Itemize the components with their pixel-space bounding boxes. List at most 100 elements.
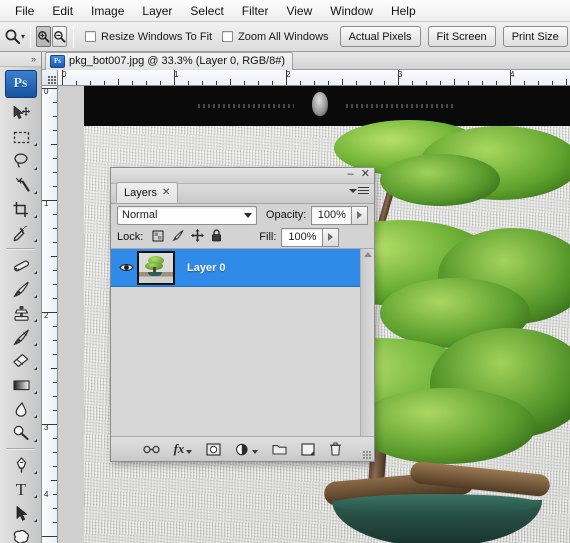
tools-divider-1 <box>6 248 35 250</box>
link-layers-button[interactable] <box>142 439 160 459</box>
pen-tool[interactable] <box>0 453 42 477</box>
menu-item-image[interactable]: Image <box>82 2 133 20</box>
lock-transparent-pixels-icon[interactable] <box>152 229 164 245</box>
zoom-in-icon[interactable] <box>36 26 52 47</box>
band-seal-glyph <box>312 92 328 116</box>
tab-layers[interactable]: Layers ✕ <box>116 182 179 203</box>
magic-wand-tool[interactable] <box>0 173 42 197</box>
layer-style-button[interactable]: fx <box>174 439 193 459</box>
new-adjustment-layer-button[interactable] <box>235 439 259 459</box>
add-layer-mask-button[interactable] <box>206 439 222 459</box>
close-icon[interactable]: ✕ <box>361 169 370 180</box>
menu-item-select[interactable]: Select <box>181 2 232 20</box>
tab-layers-close-icon[interactable]: ✕ <box>162 187 170 198</box>
new-group-button[interactable] <box>272 439 287 459</box>
type-submenu-triangle-icon[interactable] <box>31 495 37 498</box>
fit-screen-button[interactable]: Fit Screen <box>427 26 496 47</box>
layer-list-scrollbar[interactable] <box>360 249 374 436</box>
menu-item-layer[interactable]: Layer <box>133 2 181 20</box>
lasso-submenu-triangle-icon[interactable] <box>31 167 37 170</box>
layer-name[interactable]: Layer 0 <box>187 262 226 274</box>
checkbox-box-zoomall[interactable] <box>222 31 234 42</box>
path-selection-tool[interactable] <box>0 501 42 525</box>
eyedropper-tool[interactable] <box>0 221 42 245</box>
layers-panel-tab-row: Layers ✕ <box>111 182 374 204</box>
tools-panel-collapse-icon[interactable]: » <box>0 52 41 67</box>
crop-tool[interactable] <box>0 197 42 221</box>
opacity-stepper[interactable] <box>352 205 369 225</box>
path-selection-submenu-triangle-icon[interactable] <box>31 519 37 522</box>
healing-brush-submenu-triangle-icon[interactable] <box>31 271 37 274</box>
eyedropper-submenu-triangle-icon[interactable] <box>31 239 37 242</box>
tab-layers-label: Layers <box>124 186 158 199</box>
opacity-input[interactable]: 100% <box>311 205 353 225</box>
lock-label: Lock: <box>117 231 144 243</box>
minimize-icon[interactable]: – <box>348 169 354 180</box>
blur-tool[interactable] <box>0 397 42 421</box>
brush-submenu-triangle-icon[interactable] <box>31 295 37 298</box>
zoom-tool-icon[interactable] <box>4 25 21 49</box>
document-tab-ps-icon: Ps <box>50 54 65 68</box>
layers-panel-window-buttons: – ✕ <box>348 169 370 180</box>
history-brush-tool[interactable] <box>0 325 42 349</box>
gradient-tool[interactable] <box>0 373 42 397</box>
layer-list[interactable]: Layer 0 <box>111 248 374 437</box>
fill-input[interactable]: 100% <box>281 227 324 247</box>
menu-item-edit[interactable]: Edit <box>43 2 82 20</box>
menu-item-help[interactable]: Help <box>382 2 425 20</box>
options-bar: ▾ Resize Windows To Fit Zoom All Windows… <box>0 22 570 52</box>
eraser-tool[interactable] <box>0 349 42 373</box>
document-tab-bar: Ps pkg_bot007.jpg @ 33.3% (Layer 0, RGB/… <box>42 51 570 70</box>
new-layer-button[interactable] <box>301 439 316 459</box>
crop-submenu-triangle-icon[interactable] <box>31 215 37 218</box>
type-tool-glyph: T <box>15 479 27 499</box>
zoom-out-icon[interactable] <box>52 26 68 47</box>
marquee-submenu-triangle-icon[interactable] <box>31 143 37 146</box>
horizontal-type-tool[interactable]: T <box>0 477 42 501</box>
rectangular-marquee-tool[interactable] <box>0 125 42 149</box>
horizontal-ruler[interactable]: 0 1 2 3 4 <box>58 70 570 86</box>
layer-visibility-eye-icon[interactable] <box>115 262 137 273</box>
delete-layer-button[interactable] <box>329 439 342 459</box>
lasso-tool[interactable] <box>0 149 42 173</box>
panel-menu-icon[interactable] <box>349 187 369 194</box>
history-brush-submenu-triangle-icon[interactable] <box>31 343 37 346</box>
lock-all-icon[interactable] <box>211 229 222 245</box>
layer-row[interactable]: Layer 0 <box>111 249 374 287</box>
spot-healing-brush-tool[interactable] <box>0 253 42 277</box>
brush-tool[interactable] <box>0 277 42 301</box>
resize-windows-to-fit-checkbox[interactable]: Resize Windows To Fit <box>85 31 212 43</box>
checkbox-box-resize[interactable] <box>85 31 97 42</box>
print-size-button[interactable]: Print Size <box>502 26 568 47</box>
blur-submenu-triangle-icon[interactable] <box>31 415 37 418</box>
move-tool[interactable] <box>0 101 42 125</box>
menu-item-window[interactable]: Window <box>321 2 382 20</box>
layer-thumbnail[interactable] <box>137 250 175 285</box>
clone-stamp-tool[interactable] <box>0 301 42 325</box>
dodge-tool[interactable] <box>0 421 42 445</box>
gradient-submenu-triangle-icon[interactable] <box>31 391 37 394</box>
tool-preset-chevron-down-icon[interactable]: ▾ <box>21 25 25 49</box>
lock-position-icon[interactable] <box>191 229 205 245</box>
panel-resize-grip[interactable] <box>363 451 372 460</box>
magic-wand-submenu-triangle-icon[interactable] <box>31 191 37 194</box>
menu-item-view[interactable]: View <box>277 2 321 20</box>
actual-pixels-button[interactable]: Actual Pixels <box>339 26 421 47</box>
document-tab[interactable]: Ps pkg_bot007.jpg @ 33.3% (Layer 0, RGB/… <box>45 51 294 70</box>
ruler-origin-corner[interactable] <box>42 70 58 86</box>
vertical-ruler[interactable]: 0 1 2 3 4 <box>42 86 58 543</box>
zoom-all-windows-checkbox[interactable]: Zoom All Windows <box>222 31 329 43</box>
scroll-up-arrow-icon[interactable] <box>363 252 372 257</box>
eraser-submenu-triangle-icon[interactable] <box>31 367 37 370</box>
pen-submenu-triangle-icon[interactable] <box>31 471 37 474</box>
layers-panel[interactable]: – ✕ Layers ✕ Normal Opacity: 100% Lock: … <box>110 167 375 462</box>
menu-item-filter[interactable]: Filter <box>233 2 278 20</box>
lock-image-pixels-icon[interactable] <box>171 229 184 245</box>
fill-stepper[interactable] <box>323 227 340 247</box>
custom-shape-tool[interactable] <box>0 525 42 543</box>
clone-stamp-submenu-triangle-icon[interactable] <box>31 319 37 322</box>
blend-mode-select[interactable]: Normal <box>117 205 257 225</box>
dodge-submenu-triangle-icon[interactable] <box>31 439 37 442</box>
chevron-down-icon[interactable] <box>243 212 252 218</box>
menu-item-file[interactable]: File <box>6 2 43 20</box>
